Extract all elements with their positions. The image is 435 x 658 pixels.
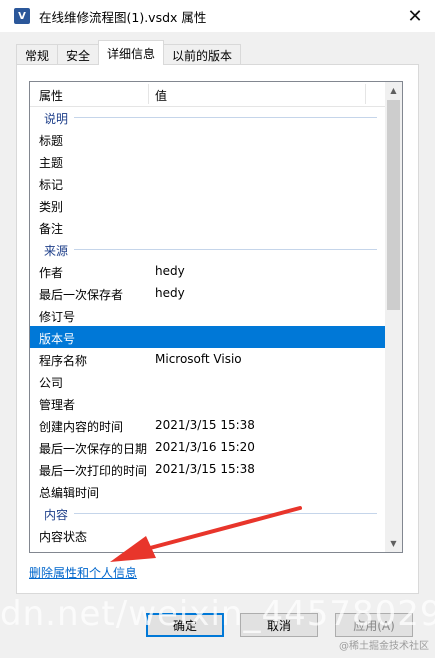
property-value[interactable]: 2021/3/15 15:38 — [155, 462, 255, 476]
scrollbar-thumb[interactable] — [387, 100, 400, 310]
property-row[interactable]: 程序名称 Microsoft Visio — [30, 348, 385, 370]
property-name: 备注 — [39, 222, 64, 236]
group-label: 内容 — [44, 508, 69, 522]
group-header-content[interactable]: 内容 — [30, 502, 385, 524]
property-name: 标题 — [39, 134, 64, 148]
property-value[interactable]: Microsoft Visio — [155, 352, 242, 366]
properties-dialog: V 在线维修流程图(1).vsdx 属性 ✕ 常规 安全 详细信息 以前的版本 … — [0, 0, 435, 658]
property-name: 标记 — [39, 178, 64, 192]
property-value[interactable]: 2021/3/15 15:38 — [155, 418, 255, 432]
tab-previous-versions[interactable]: 以前的版本 — [163, 44, 242, 65]
watermark-small: @稀土掘金技术社区 — [339, 641, 429, 652]
property-value[interactable]: hedy — [155, 264, 185, 278]
property-row[interactable]: 创建内容的时间 2021/3/15 15:38 — [30, 414, 385, 436]
tab-security[interactable]: 安全 — [57, 44, 100, 65]
property-name: 类别 — [39, 200, 64, 214]
vertical-scrollbar[interactable]: ▲ ▼ — [385, 82, 402, 552]
group-divider — [74, 513, 377, 514]
group-header-origin[interactable]: 来源 — [30, 238, 385, 260]
column-divider[interactable] — [365, 84, 366, 104]
property-row[interactable]: 最后一次保存者 hedy — [30, 282, 385, 304]
property-name: 最后一次打印的时间 — [39, 464, 148, 478]
property-value[interactable]: hedy — [155, 286, 185, 300]
group-label: 来源 — [44, 244, 69, 258]
close-button[interactable]: ✕ — [395, 0, 435, 32]
property-name: 主题 — [39, 156, 64, 170]
property-value[interactable]: 2021/3/16 15:20 — [155, 440, 255, 454]
property-row[interactable]: 类别 — [30, 194, 385, 216]
property-row[interactable]: 总编辑时间 — [30, 480, 385, 502]
property-row[interactable]: 修订号 — [30, 304, 385, 326]
title-bar[interactable]: V 在线维修流程图(1).vsdx 属性 ✕ — [0, 0, 435, 32]
property-name: 内容状态 — [39, 530, 88, 544]
visio-file-icon: V — [14, 8, 30, 24]
scroll-down-arrow-icon[interactable]: ▼ — [385, 535, 402, 552]
property-name: 公司 — [39, 376, 64, 390]
properties-list[interactable]: 属性 值 说明 标题主题标记类别备注 来源 作者 hedy 最后一次保存者 hedy 修… — [29, 81, 403, 553]
tab-general[interactable]: 常规 — [16, 44, 59, 65]
content-rows: 内容状态 — [30, 524, 385, 546]
tab-details[interactable]: 详细信息 — [98, 40, 165, 65]
property-name: 创建内容的时间 — [39, 420, 124, 434]
property-name: 版本号 — [39, 332, 76, 346]
ok-button[interactable]: 确定 — [146, 613, 224, 637]
origin-rows: 作者 hedy 最后一次保存者 hedy 修订号版本号程序名称 Microsoft Vis… — [30, 260, 385, 502]
property-name: 程序名称 — [39, 354, 88, 368]
property-name: 作者 — [39, 266, 64, 280]
window-title: 在线维修流程图(1).vsdx 属性 — [39, 9, 207, 25]
group-divider — [74, 117, 377, 118]
cancel-button[interactable]: 取消 — [240, 613, 318, 637]
remove-properties-link[interactable]: 删除属性和个人信息 — [29, 564, 137, 581]
property-row[interactable]: 作者 hedy — [30, 260, 385, 282]
property-row[interactable]: 版本号 — [30, 326, 385, 348]
property-name: 修订号 — [39, 310, 76, 324]
apply-button[interactable]: 应用(A) — [335, 613, 413, 637]
list-header: 属性 值 — [30, 82, 385, 107]
property-row[interactable]: 内容状态 — [30, 524, 385, 546]
description-rows: 标题主题标记类别备注 — [30, 128, 385, 238]
column-header-value[interactable]: 值 — [155, 87, 167, 104]
property-row[interactable]: 最后一次打印的时间 2021/3/15 15:38 — [30, 458, 385, 480]
property-row[interactable]: 公司 — [30, 370, 385, 392]
property-row[interactable]: 标记 — [30, 172, 385, 194]
group-header-description[interactable]: 说明 — [30, 106, 385, 128]
property-row[interactable]: 主题 — [30, 150, 385, 172]
scroll-up-arrow-icon[interactable]: ▲ — [385, 82, 402, 99]
column-divider[interactable] — [148, 84, 149, 104]
group-label: 说明 — [44, 112, 69, 126]
property-row[interactable]: 管理者 — [30, 392, 385, 414]
list-rows: 说明 标题主题标记类别备注 来源 作者 hedy 最后一次保存者 hedy 修订号版本号… — [30, 106, 385, 546]
property-row[interactable]: 标题 — [30, 128, 385, 150]
property-name: 管理者 — [39, 398, 76, 412]
column-header-property[interactable]: 属性 — [39, 87, 63, 104]
group-divider — [74, 249, 377, 250]
property-row[interactable]: 备注 — [30, 216, 385, 238]
property-row[interactable]: 最后一次保存的日期 2021/3/16 15:20 — [30, 436, 385, 458]
property-name: 总编辑时间 — [39, 486, 100, 500]
property-name: 最后一次保存者 — [39, 288, 124, 302]
property-name: 最后一次保存的日期 — [39, 442, 148, 456]
tab-strip: 常规 安全 详细信息 以前的版本 — [16, 40, 242, 65]
